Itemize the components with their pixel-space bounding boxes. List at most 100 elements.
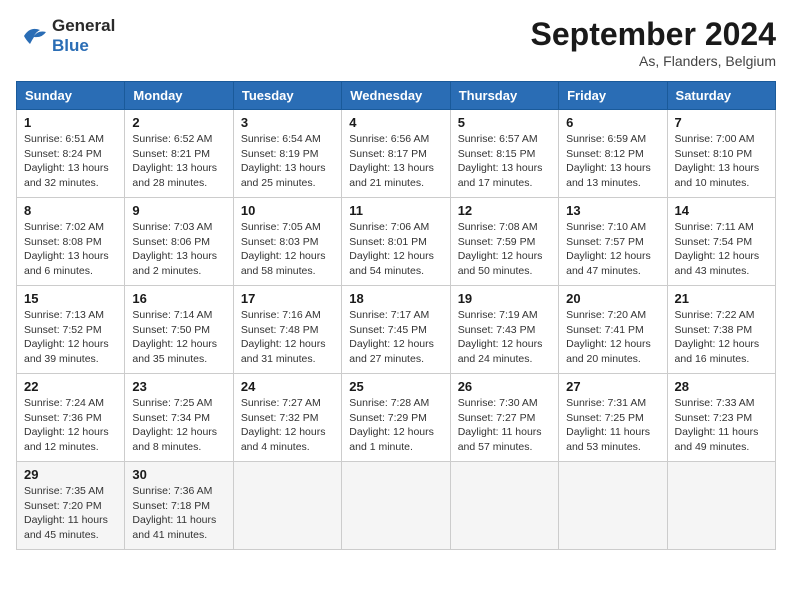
day-info: Sunrise: 7:03 AMSunset: 8:06 PMDaylight:… [132,220,225,279]
week-row-1: 1 Sunrise: 6:51 AMSunset: 8:24 PMDaylight… [17,110,776,198]
day-number: 30 [132,467,225,482]
day-number: 22 [24,379,117,394]
day-info: Sunrise: 7:14 AMSunset: 7:50 PMDaylight:… [132,308,225,367]
day-info: Sunrise: 7:25 AMSunset: 7:34 PMDaylight:… [132,396,225,455]
day-info: Sunrise: 7:20 AMSunset: 7:41 PMDaylight:… [566,308,659,367]
day-number: 29 [24,467,117,482]
page-header: General Blue September 2024 As, Flanders… [16,16,776,69]
day-info: Sunrise: 6:54 AMSunset: 8:19 PMDaylight:… [241,132,334,191]
day-info: Sunrise: 7:16 AMSunset: 7:48 PMDaylight:… [241,308,334,367]
day-number: 19 [458,291,551,306]
calendar-cell: 6Sunrise: 6:59 AMSunset: 8:12 PMDaylight… [559,110,667,198]
day-number: 24 [241,379,334,394]
calendar-cell: 22 Sunrise: 7:24 AMSunset: 7:36 PMDayligh… [17,374,125,462]
calendar-cell: 29Sunrise: 7:35 AMSunset: 7:20 PMDayligh… [17,462,125,550]
day-number: 17 [241,291,334,306]
day-info: Sunrise: 6:56 AMSunset: 8:17 PMDaylight:… [349,132,442,191]
logo: General Blue [16,16,115,55]
day-info: Sunrise: 6:51 AMSunset: 8:24 PMDaylight:… [24,132,117,191]
calendar-cell: 26Sunrise: 7:30 AMSunset: 7:27 PMDayligh… [450,374,558,462]
logo-text: General Blue [52,16,115,55]
week-row-3: 15Sunrise: 7:13 AMSunset: 7:52 PMDayligh… [17,286,776,374]
calendar-cell [342,462,450,550]
day-info: Sunrise: 7:00 AMSunset: 8:10 PMDaylight:… [675,132,768,191]
calendar-table: SundayMondayTuesdayWednesdayThursdayFrid… [16,81,776,550]
day-info: Sunrise: 7:28 AMSunset: 7:29 PMDaylight:… [349,396,442,455]
day-number: 6 [566,115,659,130]
calendar-cell: 4 Sunrise: 6:56 AMSunset: 8:17 PMDaylight… [342,110,450,198]
calendar-cell: 11 Sunrise: 7:06 AMSunset: 8:01 PMDayligh… [342,198,450,286]
day-info: Sunrise: 6:52 AMSunset: 8:21 PMDaylight:… [132,132,225,191]
calendar-cell [450,462,558,550]
day-number: 7 [675,115,768,130]
week-row-5: 29Sunrise: 7:35 AMSunset: 7:20 PMDayligh… [17,462,776,550]
day-number: 23 [132,379,225,394]
day-info: Sunrise: 7:27 AMSunset: 7:32 PMDaylight:… [241,396,334,455]
weekday-header-thursday: Thursday [450,82,558,110]
day-info: Sunrise: 7:31 AMSunset: 7:25 PMDaylight:… [566,396,659,455]
day-number: 14 [675,203,768,218]
calendar-cell: 8Sunrise: 7:02 AMSunset: 8:08 PMDaylight… [17,198,125,286]
weekday-header-sunday: Sunday [17,82,125,110]
day-info: Sunrise: 7:19 AMSunset: 7:43 PMDaylight:… [458,308,551,367]
weekday-header-wednesday: Wednesday [342,82,450,110]
week-row-2: 8Sunrise: 7:02 AMSunset: 8:08 PMDaylight… [17,198,776,286]
calendar-cell [667,462,775,550]
day-number: 4 [349,115,442,130]
weekday-header-monday: Monday [125,82,233,110]
calendar-cell: 13 Sunrise: 7:10 AMSunset: 7:57 PMDayligh… [559,198,667,286]
calendar-cell: 23 Sunrise: 7:25 AMSunset: 7:34 PMDayligh… [125,374,233,462]
day-number: 25 [349,379,442,394]
day-number: 9 [132,203,225,218]
day-info: Sunrise: 7:24 AMSunset: 7:36 PMDaylight:… [24,396,117,455]
calendar-cell: 7 Sunrise: 7:00 AMSunset: 8:10 PMDaylight… [667,110,775,198]
weekday-header-saturday: Saturday [667,82,775,110]
day-info: Sunrise: 7:13 AMSunset: 7:52 PMDaylight:… [24,308,117,367]
day-number: 11 [349,203,442,218]
calendar-cell: 12 Sunrise: 7:08 AMSunset: 7:59 PMDayligh… [450,198,558,286]
day-number: 26 [458,379,551,394]
calendar-cell: 30 Sunrise: 7:36 AMSunset: 7:18 PMDayligh… [125,462,233,550]
day-number: 12 [458,203,551,218]
calendar-cell: 21Sunrise: 7:22 AMSunset: 7:38 PMDayligh… [667,286,775,374]
calendar-cell: 14 Sunrise: 7:11 AMSunset: 7:54 PMDayligh… [667,198,775,286]
location: As, Flanders, Belgium [531,53,776,69]
day-number: 10 [241,203,334,218]
week-row-4: 22 Sunrise: 7:24 AMSunset: 7:36 PMDayligh… [17,374,776,462]
calendar-cell: 25 Sunrise: 7:28 AMSunset: 7:29 PMDayligh… [342,374,450,462]
calendar-cell: 5 Sunrise: 6:57 AMSunset: 8:15 PMDaylight… [450,110,558,198]
calendar-cell: 19 Sunrise: 7:19 AMSunset: 7:43 PMDayligh… [450,286,558,374]
calendar-cell: 15Sunrise: 7:13 AMSunset: 7:52 PMDayligh… [17,286,125,374]
day-info: Sunrise: 7:36 AMSunset: 7:18 PMDaylight:… [132,484,225,543]
month-title: September 2024 [531,16,776,53]
day-number: 16 [132,291,225,306]
logo-icon [16,22,48,50]
day-info: Sunrise: 7:06 AMSunset: 8:01 PMDaylight:… [349,220,442,279]
day-number: 27 [566,379,659,394]
day-number: 28 [675,379,768,394]
calendar-cell: 9 Sunrise: 7:03 AMSunset: 8:06 PMDaylight… [125,198,233,286]
calendar-cell [559,462,667,550]
calendar-cell: 2Sunrise: 6:52 AMSunset: 8:21 PMDaylight… [125,110,233,198]
calendar-cell: 1 Sunrise: 6:51 AMSunset: 8:24 PMDaylight… [17,110,125,198]
day-number: 5 [458,115,551,130]
calendar-cell: 28 Sunrise: 7:33 AMSunset: 7:23 PMDayligh… [667,374,775,462]
calendar-cell: 3 Sunrise: 6:54 AMSunset: 8:19 PMDaylight… [233,110,341,198]
title-block: September 2024 As, Flanders, Belgium [531,16,776,69]
calendar-cell: 20 Sunrise: 7:20 AMSunset: 7:41 PMDayligh… [559,286,667,374]
day-info: Sunrise: 7:11 AMSunset: 7:54 PMDaylight:… [675,220,768,279]
day-number: 1 [24,115,117,130]
day-info: Sunrise: 6:57 AMSunset: 8:15 PMDaylight:… [458,132,551,191]
weekday-header-tuesday: Tuesday [233,82,341,110]
day-number: 3 [241,115,334,130]
day-info: Sunrise: 7:17 AMSunset: 7:45 PMDaylight:… [349,308,442,367]
calendar-cell: 17 Sunrise: 7:16 AMSunset: 7:48 PMDayligh… [233,286,341,374]
day-info: Sunrise: 7:33 AMSunset: 7:23 PMDaylight:… [675,396,768,455]
calendar-cell [233,462,341,550]
day-number: 20 [566,291,659,306]
calendar-cell: 27 Sunrise: 7:31 AMSunset: 7:25 PMDayligh… [559,374,667,462]
day-number: 13 [566,203,659,218]
day-info: Sunrise: 7:08 AMSunset: 7:59 PMDaylight:… [458,220,551,279]
day-info: Sunrise: 7:10 AMSunset: 7:57 PMDaylight:… [566,220,659,279]
weekday-header-friday: Friday [559,82,667,110]
